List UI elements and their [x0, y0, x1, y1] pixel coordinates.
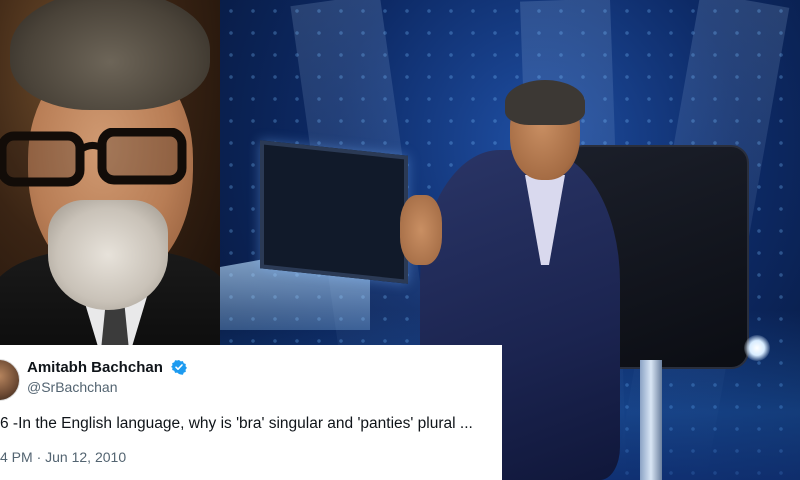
tweet-author-name[interactable]: Amitabh Bachchan: [27, 359, 187, 376]
author-name-text[interactable]: Amitabh Bachchan: [27, 359, 163, 376]
host-raised-hand: [400, 195, 442, 265]
glasses-icon: [0, 128, 187, 187]
tweet-time: 4 PM: [0, 449, 33, 465]
tweet-text: 6 -In the English language, why is 'bra'…: [0, 415, 473, 432]
host-monitor: [260, 140, 408, 284]
avatar[interactable]: [0, 359, 20, 401]
host-hair: [505, 80, 585, 125]
stage-spotlight: [744, 335, 770, 361]
meta-separator: ·: [36, 449, 42, 465]
tweet-timestamp[interactable]: 4 PM · Jun 12, 2010: [0, 449, 126, 465]
verified-badge-icon: [171, 360, 187, 375]
portrait-beard: [48, 200, 168, 310]
tweet-handle[interactable]: @SrBachchan: [27, 379, 117, 395]
left-portrait-photo: [0, 0, 220, 345]
tweet-card: Amitabh Bachchan @SrBachchan 6 -In the E…: [0, 345, 502, 480]
portrait-hair: [10, 0, 210, 110]
chair-stand: [640, 360, 662, 480]
tweet-date: Jun 12, 2010: [45, 449, 127, 465]
